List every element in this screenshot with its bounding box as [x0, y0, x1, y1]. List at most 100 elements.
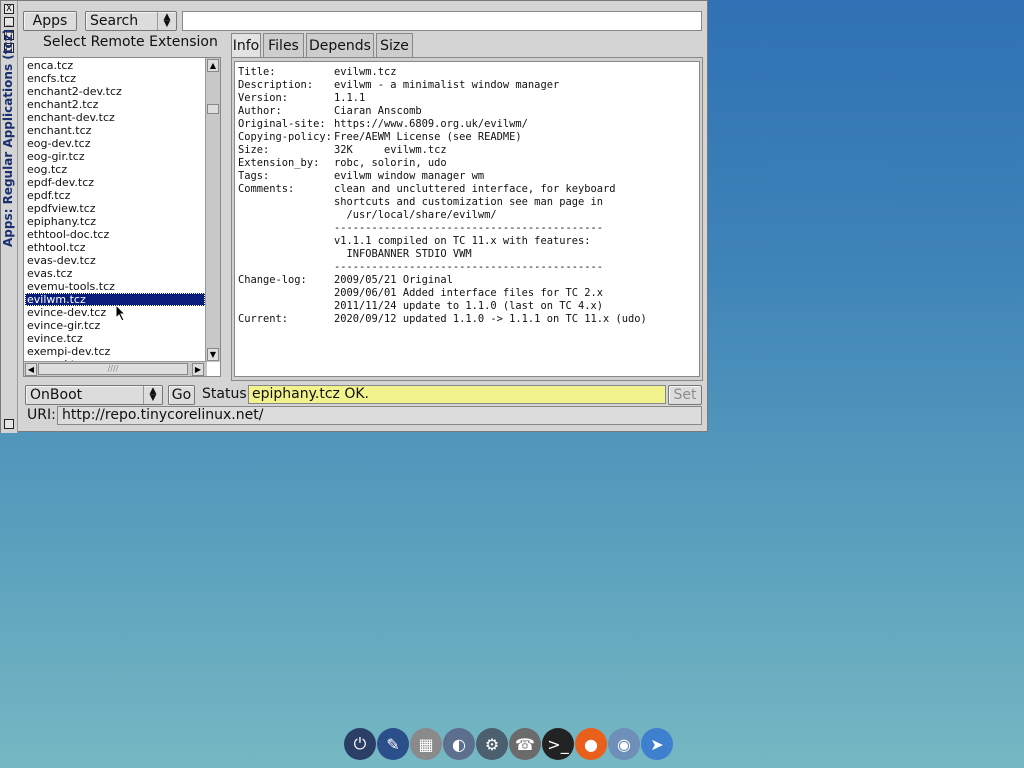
info-row: Comments: clean and uncluttered interface… — [235, 183, 699, 196]
tab-depends[interactable]: Depends — [306, 33, 374, 57]
apps-menu-button[interactable]: Apps — [23, 11, 77, 31]
list-item[interactable]: enchant-dev.tcz — [25, 111, 205, 124]
info-row: /usr/local/share/evilwm/ — [235, 209, 699, 222]
list-item[interactable]: encfs.tcz — [25, 72, 205, 85]
hscroll-thumb[interactable]: //// — [38, 363, 188, 375]
set-button[interactable]: Set — [668, 385, 702, 405]
scroll-down-icon[interactable]: ▼ — [207, 348, 219, 361]
uri-label: URI: — [27, 407, 56, 423]
tab-files[interactable]: Files — [263, 33, 304, 57]
info-row: Description: evilwm - a minimalist window… — [235, 79, 699, 92]
mode-select[interactable]: Search ▲ ▼ — [85, 11, 177, 31]
info-value: evilwm window manager wm — [334, 170, 485, 182]
list-item[interactable]: evemu-tools.tcz — [25, 280, 205, 293]
info-key: Description: — [238, 79, 314, 91]
info-value: Free/AEWM License (see README) — [334, 131, 522, 143]
info-value: Ciaran Anscomb — [334, 105, 422, 117]
scroll-right-icon[interactable]: ▶ — [192, 363, 204, 376]
list-item[interactable]: evince.tcz — [25, 332, 205, 345]
info-value: v1.1.1 compiled on TC 11.x with features… — [334, 235, 591, 247]
window-title: Apps: Regular Applications (tcz) — [1, 28, 15, 247]
apps-run-icon[interactable]: ⚙ — [476, 728, 508, 760]
list-vertical-scrollbar[interactable]: ▲ ▼ — [205, 58, 220, 362]
list-item[interactable]: enchant.tcz — [25, 124, 205, 137]
list-item[interactable]: epdf-dev.tcz — [25, 176, 205, 189]
control-panel-icon[interactable]: ▦ — [410, 728, 442, 760]
tab-size[interactable]: Size — [376, 33, 413, 57]
load-mode-value: OnBoot — [30, 387, 83, 403]
info-value: ----------------------------------------… — [334, 222, 603, 234]
apps-window: X _ □ □ Apps: Regular Applications (tcz)… — [0, 0, 708, 433]
extension-list[interactable]: enca.tcz encfs.tcz enchant2-dev.tcz enchant… — [25, 59, 205, 361]
mount-tool-icon[interactable]: ◐ — [443, 728, 475, 760]
info-text[interactable]: Title: evilwm.tcz Description: evilwm - a m… — [234, 61, 700, 377]
info-key: Copying-policy: — [238, 131, 332, 143]
list-item[interactable]: enca.tcz — [25, 59, 205, 72]
list-item[interactable]: epdf.tcz — [25, 189, 205, 202]
info-row: 2009/06/01 Added interface files for TC … — [235, 287, 699, 300]
info-value: /usr/local/share/evilwm/ — [334, 209, 497, 221]
list-item[interactable]: ethtool-doc.tcz — [25, 228, 205, 241]
list-item[interactable]: enchant2.tcz — [25, 98, 205, 111]
paint-icon[interactable]: ✎ — [377, 728, 409, 760]
info-row: Copying-policy: Free/AEWM License (see RE… — [235, 131, 699, 144]
uri-field[interactable]: http://repo.tinycorelinux.net/ — [57, 406, 702, 425]
scroll-left-icon[interactable]: ◀ — [25, 363, 37, 376]
extension-listbox[interactable]: enca.tcz encfs.tcz enchant2-dev.tcz enchant… — [23, 57, 221, 377]
list-item[interactable]: eog-dev.tcz — [25, 137, 205, 150]
info-value: 2009/06/01 Added interface files for TC … — [334, 287, 603, 299]
tab-info[interactable]: Info — [231, 33, 261, 58]
info-value: 32K evilwm.tcz — [334, 144, 447, 156]
list-item[interactable]: evince-gir.tcz — [25, 319, 205, 332]
list-item[interactable]: epiphany.tcz — [25, 215, 205, 228]
info-row: Tags: evilwm window manager wm — [235, 170, 699, 183]
list-item[interactable]: exempi-dev.tcz — [25, 345, 205, 358]
info-row: v1.1.1 compiled on TC 11.x with features… — [235, 235, 699, 248]
list-item[interactable]: evince-dev.tcz — [25, 306, 205, 319]
info-value: 2011/11/24 update to 1.1.0 (last on TC 4… — [334, 300, 603, 312]
load-mode-select[interactable]: OnBoot ▲ ▼ — [25, 385, 163, 405]
mode-select-value: Search — [90, 13, 139, 29]
info-value: evilwm.tcz — [334, 66, 397, 78]
list-item[interactable]: epdfview.tcz — [25, 202, 205, 215]
list-item[interactable]: eog.tcz — [25, 163, 205, 176]
list-item[interactable]: evas-dev.tcz — [25, 254, 205, 267]
info-row: Extension_by: robc, solorin, udo — [235, 157, 699, 170]
info-panel: Title: evilwm.tcz Description: evilwm - a m… — [231, 57, 703, 381]
info-value: INFOBANNER STDIO VWM — [334, 248, 472, 260]
list-item[interactable]: evilwm.tcz — [25, 293, 205, 306]
firefox-icon[interactable]: ● — [575, 728, 607, 760]
close-icon[interactable]: X — [4, 4, 14, 14]
info-key: Tags: — [238, 170, 270, 182]
minimize-icon[interactable]: _ — [4, 17, 14, 27]
scroll-up-icon[interactable]: ▲ — [207, 59, 219, 72]
shade-icon[interactable] — [4, 419, 14, 429]
network-icon[interactable]: ☎ — [509, 728, 541, 760]
info-row: 2011/11/24 update to 1.1.0 (last on TC 4… — [235, 300, 699, 313]
scroll-thumb[interactable] — [207, 104, 219, 114]
exit-icon[interactable]: ⏻ — [344, 728, 376, 760]
info-value: clean and uncluttered interface, for key… — [334, 183, 616, 195]
terminal-icon[interactable]: >_ — [542, 728, 574, 760]
chrome-icon[interactable]: ◉ — [608, 728, 640, 760]
info-key: Change-log: — [238, 274, 307, 286]
info-row: INFOBANNER STDIO VWM — [235, 248, 699, 261]
info-value: ----------------------------------------… — [334, 261, 603, 273]
list-item[interactable]: evas.tcz — [25, 267, 205, 280]
info-row: shortcuts and customization see man page… — [235, 196, 699, 209]
info-row: Current: 2020/09/12 updated 1.1.0 -> 1.1.… — [235, 313, 699, 326]
info-row: ----------------------------------------… — [235, 261, 699, 274]
taskbar-dock: ⏻ ✎ ▦ ◐ ⚙ ☎ >_ ● ◉ ➤ — [344, 726, 680, 762]
go-button[interactable]: Go — [168, 385, 195, 405]
launcher-icon[interactable]: ➤ — [641, 728, 673, 760]
info-key: Author: — [238, 105, 282, 117]
list-item[interactable]: enchant2-dev.tcz — [25, 85, 205, 98]
status-label: Status — [202, 386, 247, 402]
list-item[interactable]: eog-gir.tcz — [25, 150, 205, 163]
search-input[interactable] — [182, 11, 702, 31]
list-item[interactable]: ethtool.tcz — [25, 241, 205, 254]
info-value: evilwm - a minimalist window manager — [334, 79, 560, 91]
window-titlebar[interactable]: X _ □ □ Apps: Regular Applications (tcz) — [1, 1, 18, 433]
info-row: Title: evilwm.tcz — [235, 66, 699, 79]
list-horizontal-scrollbar[interactable]: ◀ //// ▶ — [24, 361, 207, 376]
